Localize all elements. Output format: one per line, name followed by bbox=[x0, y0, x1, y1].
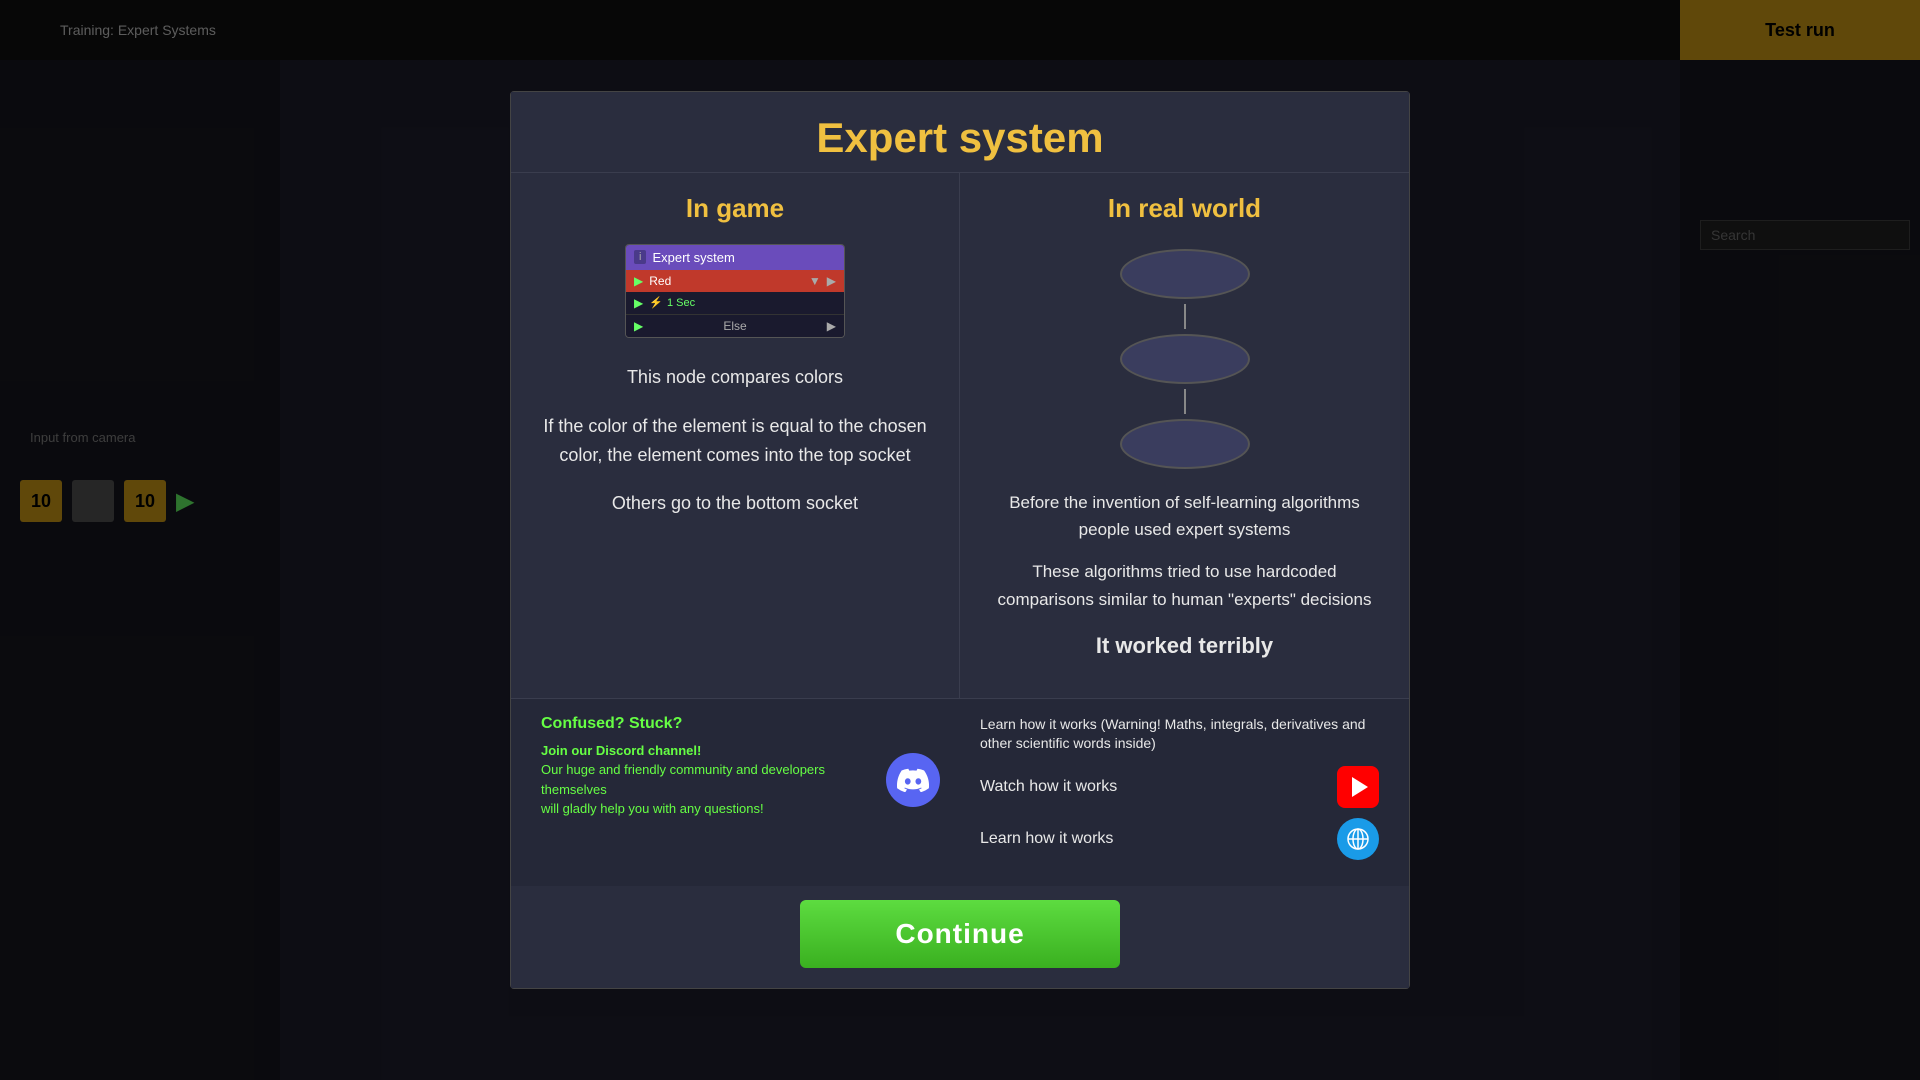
real-world-text3: It worked terribly bbox=[990, 628, 1379, 663]
discord-title-text: Join our Discord channel! bbox=[541, 743, 701, 758]
youtube-button[interactable] bbox=[1337, 766, 1379, 808]
flow-arrow-2 bbox=[1184, 389, 1186, 414]
in-game-description: This node compares colors If the color o… bbox=[541, 363, 929, 518]
footer-discord-section: Confused? Stuck? Join our Discord channe… bbox=[541, 715, 940, 819]
desc1: This node compares colors bbox=[541, 363, 929, 392]
learn-description: Learn how it works (Warning! Maths, inte… bbox=[980, 715, 1379, 754]
node-info-badge: i bbox=[634, 250, 646, 264]
footer-links-section: Learn how it works (Warning! Maths, inte… bbox=[960, 715, 1379, 870]
learn-row: Learn how it works bbox=[980, 818, 1379, 860]
node-timer-row: ▶ ⚡ 1 Sec bbox=[626, 292, 844, 314]
desc2: If the color of the element is equal to … bbox=[541, 412, 929, 470]
real-world-text: Before the invention of self-learning al… bbox=[990, 489, 1379, 663]
real-world-text1: Before the invention of self-learning al… bbox=[990, 489, 1379, 543]
flow-node-top bbox=[1120, 249, 1250, 299]
learn-label: Learn how it works bbox=[980, 830, 1113, 848]
node-header: i Expert system bbox=[626, 245, 844, 270]
youtube-play-icon bbox=[1352, 777, 1368, 797]
else-label: Else bbox=[723, 319, 746, 333]
flow-arrow-1 bbox=[1184, 304, 1186, 329]
else-arrow: ▶ bbox=[827, 319, 836, 333]
modal-overlay: Expert system In game i Expert system ▶ … bbox=[0, 0, 1920, 1080]
timer-label: 1 Sec bbox=[667, 297, 695, 309]
flow-diagram bbox=[990, 244, 1379, 474]
continue-section: Continue bbox=[511, 886, 1409, 988]
watch-label: Watch how it works bbox=[980, 778, 1117, 796]
in-real-world-column: In real world Before the invention of se… bbox=[960, 173, 1409, 698]
node-arrow-right: ▶ bbox=[827, 274, 836, 288]
flow-node-bottom bbox=[1120, 419, 1250, 469]
node-timer: ⚡ 1 Sec bbox=[649, 296, 695, 309]
dropdown-arrow[interactable]: ▼ bbox=[809, 274, 821, 288]
desc3: Others go to the bottom socket bbox=[541, 489, 929, 518]
color-label: Red bbox=[649, 274, 803, 288]
modal-body: In game i Expert system ▶ Red ▼ ▶ ▶ bbox=[511, 173, 1409, 698]
discord-icon[interactable] bbox=[886, 753, 940, 807]
modal-footer: Confused? Stuck? Join our Discord channe… bbox=[511, 698, 1409, 886]
real-world-text2: These algorithms tried to use hardcoded … bbox=[990, 558, 1379, 612]
flow-node-middle bbox=[1120, 334, 1250, 384]
in-game-header: In game bbox=[541, 193, 929, 224]
discord-desc: Our huge and friendly community and deve… bbox=[541, 760, 872, 819]
timer-icon: ⚡ bbox=[649, 296, 663, 309]
node-else-row: ▶ Else ▶ bbox=[626, 314, 844, 337]
discord-title: Join our Discord channel! bbox=[541, 741, 872, 761]
node-play-left[interactable]: ▶ bbox=[634, 274, 643, 288]
node-color-row: ▶ Red ▼ ▶ bbox=[626, 270, 844, 292]
continue-button[interactable]: Continue bbox=[800, 900, 1120, 968]
else-play[interactable]: ▶ bbox=[634, 319, 643, 333]
in-game-column: In game i Expert system ▶ Red ▼ ▶ ▶ bbox=[511, 173, 960, 698]
confused-label: Confused? Stuck? bbox=[541, 715, 940, 733]
expert-system-modal: Expert system In game i Expert system ▶ … bbox=[510, 91, 1410, 989]
node-play-timer[interactable]: ▶ bbox=[634, 296, 643, 310]
modal-title: Expert system bbox=[541, 114, 1379, 162]
node-name: Expert system bbox=[652, 250, 734, 265]
real-world-header: In real world bbox=[990, 193, 1379, 224]
discord-section: Join our Discord channel! Our huge and f… bbox=[541, 741, 940, 819]
modal-header: Expert system bbox=[511, 92, 1409, 173]
watch-row: Watch how it works bbox=[980, 766, 1379, 808]
expert-system-node: i Expert system ▶ Red ▼ ▶ ▶ ⚡ 1 Sec bbox=[625, 244, 845, 338]
globe-button[interactable] bbox=[1337, 818, 1379, 860]
